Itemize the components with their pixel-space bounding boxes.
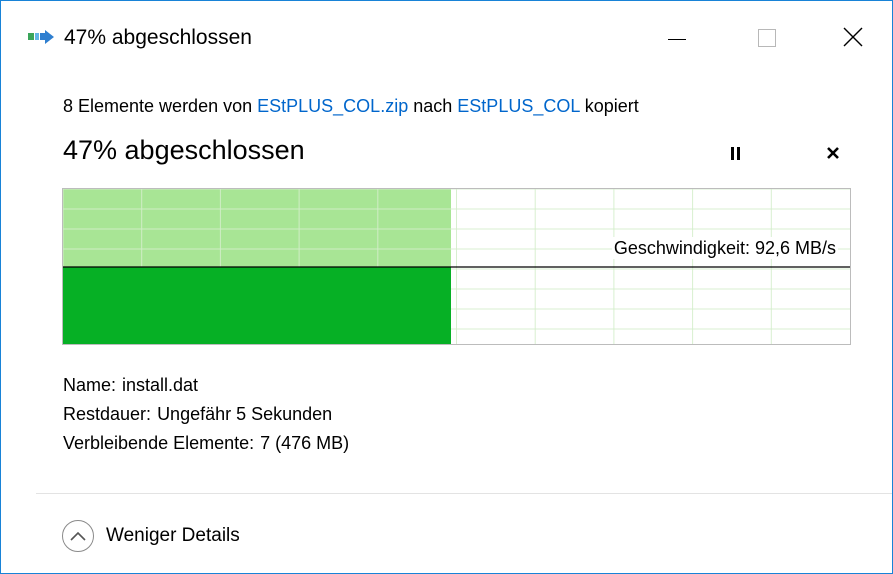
speed-area-overlay	[63, 267, 451, 344]
destination-link[interactable]: EStPLUS_COL	[457, 96, 579, 116]
window-title: 47% abgeschlossen	[64, 26, 252, 49]
details-section: Name: install.dat Restdauer: Ungefähr 5 Se…	[63, 371, 349, 458]
close-icon	[843, 27, 863, 47]
source-link[interactable]: EStPLUS_COL.zip	[257, 96, 408, 116]
chevron-up-icon	[62, 520, 94, 552]
detail-remaining-items: Verbleibende Elemente: 7 (476 MB)	[63, 429, 349, 458]
maximize-icon	[758, 29, 776, 47]
minimize-icon	[668, 39, 686, 40]
remaining-items-value: 7 (476 MB)	[260, 433, 350, 453]
name-label: Name:	[63, 375, 117, 395]
graph-canvas	[63, 189, 850, 344]
cancel-button[interactable]	[821, 141, 845, 165]
copy-suffix: kopiert	[584, 96, 639, 116]
name-value: install.dat	[122, 375, 199, 395]
file-copy-icon	[28, 30, 54, 44]
detail-name: Name: install.dat	[63, 371, 349, 400]
copy-prefix: 8 Elemente werden von	[63, 96, 253, 116]
maximize-button[interactable]	[721, 1, 811, 79]
title-bar[interactable]: 47% abgeschlossen	[1, 1, 892, 79]
copy-description: 8 Elemente werden von EStPLUS_COL.zip na…	[63, 94, 639, 118]
transfer-speed-graph: Geschwindigkeit: 92,6 MB/s	[62, 188, 851, 345]
divider	[36, 493, 892, 494]
less-details-toggle[interactable]: Weniger Details	[62, 519, 240, 553]
remaining-items-label: Verbleibende Elemente:	[63, 433, 255, 453]
pause-button[interactable]	[723, 141, 747, 165]
less-details-label: Weniger Details	[106, 525, 240, 546]
copy-middle: nach	[413, 96, 453, 116]
close-button[interactable]	[806, 1, 892, 79]
cancel-icon	[827, 147, 839, 159]
minimize-button[interactable]	[631, 1, 721, 79]
remaining-time-label: Restdauer:	[63, 404, 152, 424]
progress-heading: 47% abgeschlossen	[63, 135, 305, 165]
detail-remaining-time: Restdauer: Ungefähr 5 Sekunden	[63, 400, 349, 429]
speed-label: Geschwindigkeit: 92,6 MB/s	[611, 237, 838, 259]
remaining-time-value: Ungefähr 5 Sekunden	[157, 404, 333, 424]
copy-dialog-window: 47% abgeschlossen 8 Elemente werden von …	[0, 0, 893, 574]
